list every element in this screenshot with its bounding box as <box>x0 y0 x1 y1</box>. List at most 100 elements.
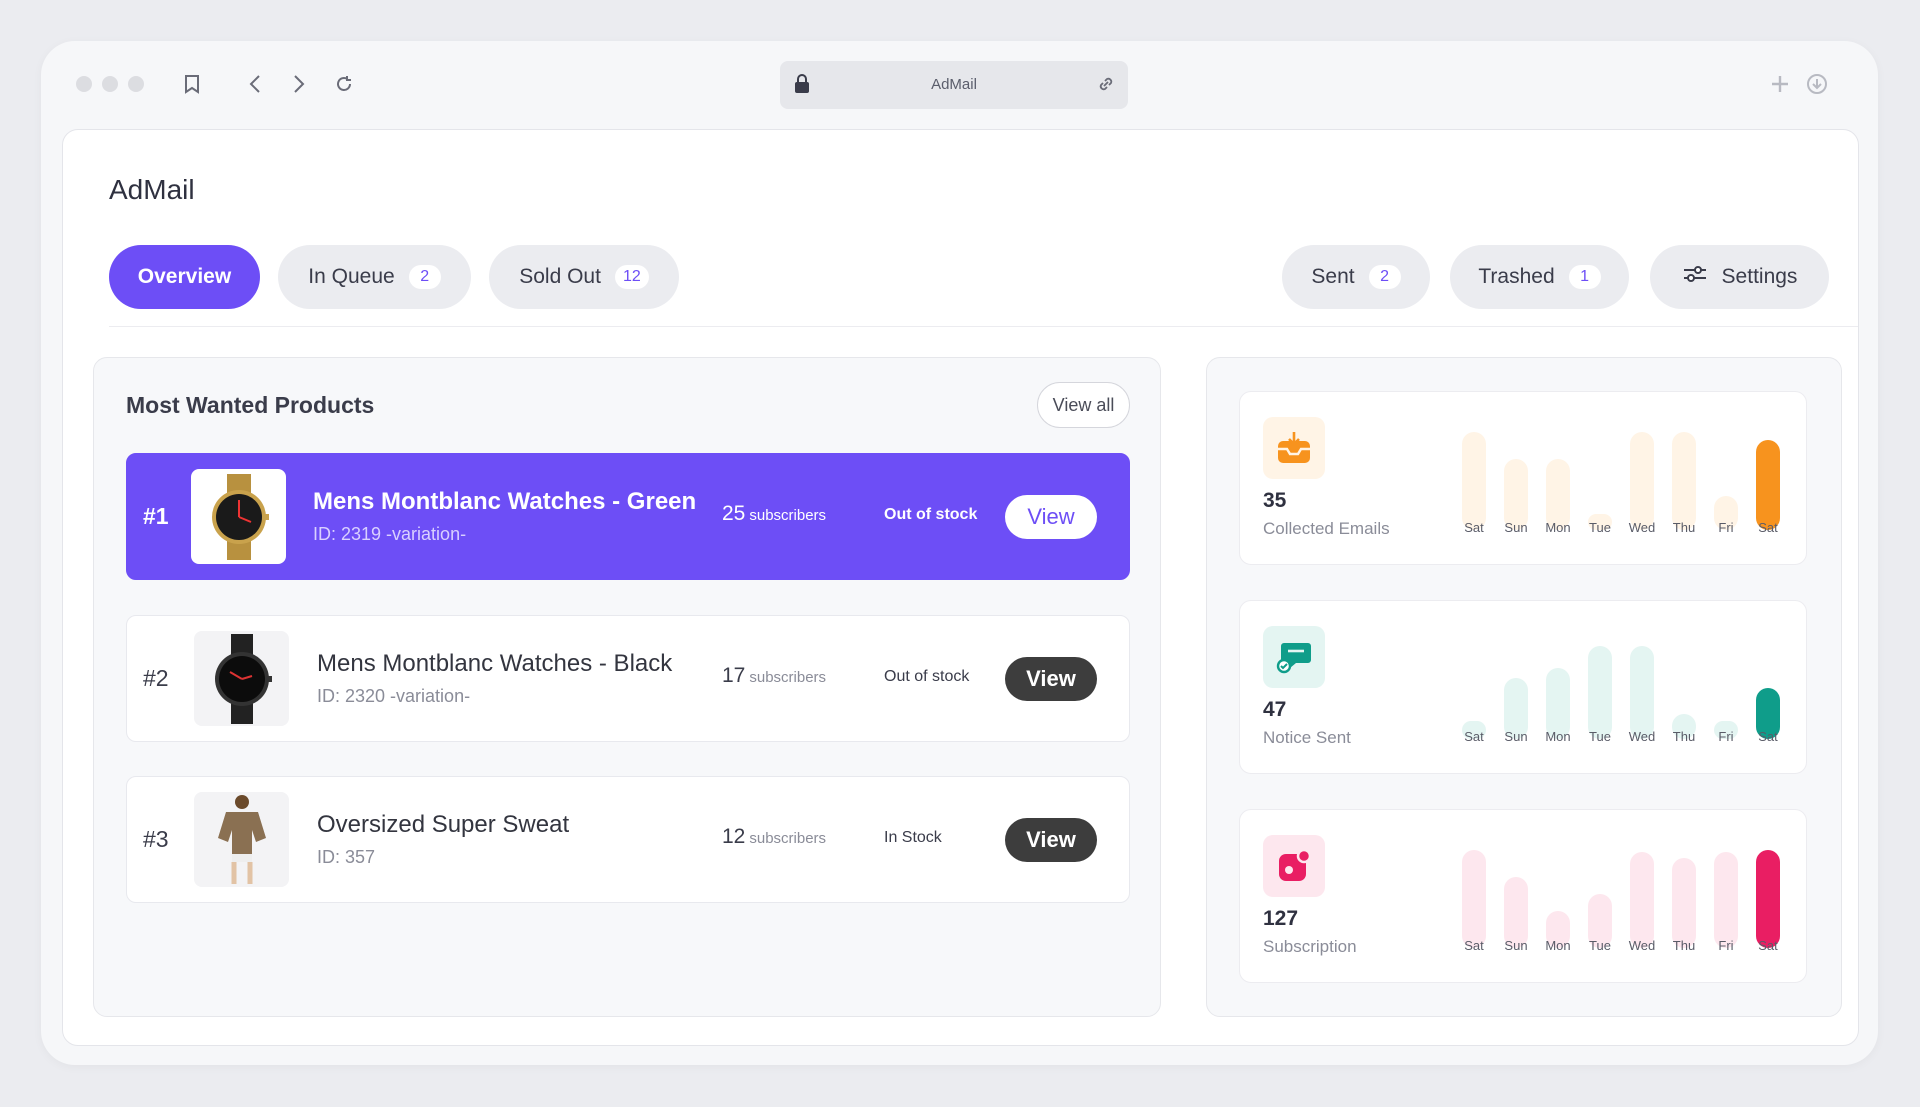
product-thumbnail <box>191 469 286 564</box>
close-window-dot[interactable] <box>76 76 92 92</box>
day-label: Sat <box>1464 729 1484 744</box>
stat-value: 47 <box>1263 698 1287 721</box>
tab-label: Sent <box>1311 265 1355 288</box>
day-label: Sun <box>1504 520 1528 535</box>
stat-value: 127 <box>1263 907 1299 930</box>
chart-bar <box>1630 432 1654 530</box>
chart-bar <box>1462 850 1486 948</box>
address-url: AdMail <box>931 76 977 93</box>
tab-settings[interactable]: Settings <box>1650 245 1829 309</box>
count-badge: 12 <box>614 265 649 289</box>
product-name: Oversized Super Sweat <box>317 811 570 838</box>
product-id: ID: 2320 -variation- <box>317 686 471 706</box>
stat-day-labels: Sat Sun Mon Tue Wed Thu Fri Sat <box>1462 938 1782 958</box>
product-name: Mens Montblanc Watches - Black <box>317 650 673 677</box>
tab-trashed[interactable]: Trashed 1 <box>1450 245 1629 309</box>
stat-bar-chart <box>1462 623 1782 739</box>
product-row[interactable]: #2 Mens Montblanc Watches - Black ID: 23… <box>126 615 1130 742</box>
chart-bar <box>1756 440 1780 530</box>
view-all-button[interactable]: View all <box>1037 382 1130 428</box>
stat-bar-chart <box>1462 832 1782 948</box>
tab-sold-out[interactable]: Sold Out 12 <box>489 245 679 309</box>
tab-divider <box>109 326 1858 327</box>
stat-label: Collected Emails <box>1263 519 1390 538</box>
app-panel: AdMail Overview In Queue 2 Sold Out 12 S… <box>62 129 1859 1046</box>
product-rank: #1 <box>143 503 169 529</box>
chart-bar <box>1630 646 1654 739</box>
subscriber-count: 25 subscribers <box>722 502 827 525</box>
tab-in-queue[interactable]: In Queue 2 <box>278 245 471 309</box>
chart-bar <box>1588 646 1612 739</box>
inbox-download-icon <box>1263 417 1325 479</box>
window-controls <box>76 76 144 92</box>
day-label: Wed <box>1628 520 1656 535</box>
day-label: Fri <box>1718 938 1734 953</box>
stat-card-collected-emails: 35 Collected Emails Sat Sun Mon Tue Wed Thu Fr… <box>1239 391 1807 565</box>
day-label: Fri <box>1718 729 1734 744</box>
reload-icon[interactable] <box>331 71 357 97</box>
day-label: Sat <box>1758 520 1778 535</box>
day-label: Mon <box>1545 938 1571 953</box>
count-badge: 1 <box>1568 265 1601 289</box>
notification-app-icon <box>1263 835 1325 897</box>
stat-value: 35 <box>1263 489 1287 512</box>
download-icon[interactable] <box>1804 71 1830 97</box>
stat-day-labels: Sat Sun Mon Tue Wed Thu Fri Sat <box>1462 729 1782 749</box>
product-thumbnail <box>194 792 289 887</box>
tab-label: Trashed <box>1478 265 1555 288</box>
app-title: AdMail <box>109 174 195 205</box>
product-rank: #2 <box>143 665 169 691</box>
minimize-window-dot[interactable] <box>102 76 118 92</box>
day-label: Sat <box>1464 938 1484 953</box>
tab-sent[interactable]: Sent 2 <box>1282 245 1430 309</box>
day-label: Thu <box>1672 520 1696 535</box>
product-name: Mens Montblanc Watches - Green <box>313 488 697 515</box>
chart-bar <box>1672 858 1696 948</box>
product-row[interactable]: #3 Oversized Super Sweat ID: 357 12 subsc… <box>126 776 1130 903</box>
product-id: ID: 357 <box>317 847 376 867</box>
chart-bar <box>1462 432 1486 530</box>
browser-window: AdMail AdMail Overview In Queue 2 Sold O… <box>41 41 1878 1065</box>
stat-label: Subscription <box>1263 937 1357 956</box>
subscriber-count: 12 subscribers <box>722 825 827 848</box>
address-bar[interactable]: AdMail <box>780 61 1128 109</box>
day-label: Wed <box>1628 938 1656 953</box>
stock-status: In Stock <box>884 829 942 846</box>
day-label: Sun <box>1504 729 1528 744</box>
sliders-icon <box>1682 264 1708 290</box>
stat-day-labels: Sat Sun Mon Tue Wed Thu Fri Sat <box>1462 520 1782 540</box>
view-button[interactable]: View <box>1005 495 1097 539</box>
day-label: Tue <box>1589 938 1611 953</box>
most-wanted-products: Most Wanted Products View all #1 Mens Mo… <box>93 357 1161 1017</box>
subscriber-count: 17 subscribers <box>722 664 827 687</box>
product-thumbnail <box>194 631 289 726</box>
day-label: Sun <box>1504 938 1528 953</box>
product-id: ID: 2319 -variation- <box>313 524 467 544</box>
forward-icon[interactable] <box>286 71 312 97</box>
stat-label: Notice Sent <box>1263 728 1351 747</box>
view-button[interactable]: View <box>1005 657 1097 701</box>
stats-panel: 35 Collected Emails Sat Sun Mon Tue Wed Thu Fr… <box>1206 357 1842 1017</box>
product-row[interactable]: #1 Mens Montblanc Watches - Green ID: 23… <box>126 453 1130 580</box>
stat-bar-chart <box>1462 414 1782 530</box>
chart-bar <box>1630 852 1654 948</box>
day-label: Wed <box>1628 729 1656 744</box>
stock-status: Out of stock <box>884 668 970 685</box>
new-tab-icon[interactable] <box>1767 71 1793 97</box>
tab-label: In Queue <box>308 265 395 288</box>
maximize-window-dot[interactable] <box>128 76 144 92</box>
stock-status: Out of stock <box>884 506 978 523</box>
tab-overview[interactable]: Overview <box>109 245 260 309</box>
day-label: Tue <box>1589 520 1611 535</box>
count-badge: 2 <box>408 265 441 289</box>
chat-check-icon <box>1263 626 1325 688</box>
back-icon[interactable] <box>242 71 268 97</box>
view-button[interactable]: View <box>1005 818 1097 862</box>
product-rank: #3 <box>143 826 169 852</box>
stat-card-notice-sent: 47 Notice Sent Sat Sun Mon Tue Wed Thu Fri Sat <box>1239 600 1807 774</box>
link-icon[interactable] <box>1096 74 1116 99</box>
bookmark-icon[interactable] <box>179 71 205 97</box>
chart-bar <box>1672 432 1696 530</box>
chart-bar <box>1714 852 1738 948</box>
section-title: Most Wanted Products <box>126 392 375 418</box>
